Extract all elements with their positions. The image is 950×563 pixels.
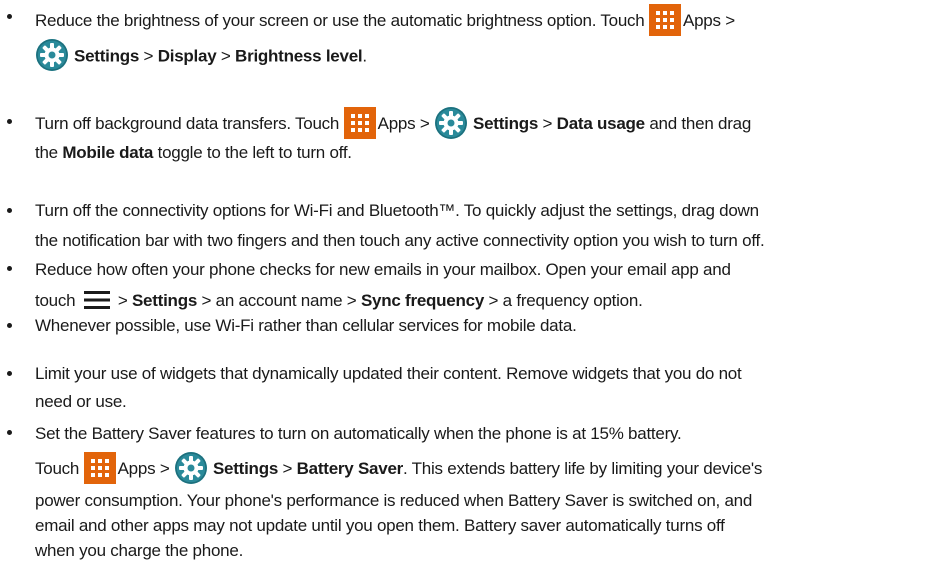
tip-text: Set the Battery Saver features to turn o… <box>35 424 682 443</box>
tip-text: Apps > <box>682 11 735 30</box>
tip-line: Turn off background data transfers. Touc… <box>35 106 947 141</box>
tip-text: need or use. <box>35 392 127 411</box>
tip-text: . This extends battery life by limiting … <box>403 459 763 478</box>
tip-text: toggle to the left to turn off. <box>153 143 352 162</box>
tip-line: power consumption. Your phone's performa… <box>35 488 947 513</box>
tip-text: and then drag <box>644 114 752 133</box>
bold-menu-term: Settings <box>74 46 140 66</box>
tip-text: Apps > <box>117 459 174 478</box>
tip-text: email and other apps may not update unti… <box>35 516 725 535</box>
tip-item: Turn off the connectivity options for Wi… <box>7 196 947 256</box>
apps-grid-icon <box>343 106 376 139</box>
tip-text: Touch <box>35 459 84 478</box>
bold-menu-term: Brightness level <box>235 46 363 66</box>
tip-item: Limit your use of widgets that dynamical… <box>7 359 947 415</box>
bold-menu-term: Data usage <box>556 114 645 133</box>
apps-grid-icon <box>648 3 681 36</box>
tip-text: > an account name > <box>197 291 361 310</box>
tip-line: Touch Apps > Settings > Battery Saver. T… <box>35 450 947 488</box>
tip-line: the notification bar with two fingers an… <box>35 226 947 256</box>
tip-text: when you charge the phone. <box>35 541 244 560</box>
settings-gear-icon <box>434 106 468 140</box>
tip-item: Turn off background data transfers. Touc… <box>7 106 947 165</box>
tip-line: need or use. <box>35 389 947 415</box>
bold-menu-term: Settings <box>212 459 279 478</box>
tip-text: Apps > <box>377 114 434 133</box>
menu-icon <box>83 290 110 309</box>
tip-line: email and other apps may not update unti… <box>35 513 947 538</box>
bold-menu-term: Display <box>157 46 217 66</box>
bold-menu-term: Sync frequency <box>360 291 485 310</box>
tip-line: Settings > Display > Brightness level. <box>35 39 947 71</box>
tip-line: Set the Battery Saver features to turn o… <box>35 418 947 450</box>
tip-text: touch <box>35 291 80 310</box>
tip-text: > <box>278 459 297 478</box>
settings-gear-icon <box>35 38 69 72</box>
tip-text: Reduce how often your phone checks for n… <box>35 260 731 279</box>
tip-text: > <box>216 46 236 66</box>
tip-line: the Mobile data toggle to the left to tu… <box>35 141 947 165</box>
tip-item: Whenever possible, use Wi-Fi rather than… <box>7 311 947 341</box>
tip-line: Turn off the connectivity options for Wi… <box>35 196 947 226</box>
tip-line: Limit your use of widgets that dynamical… <box>35 359 947 389</box>
tip-text: Limit your use of widgets that dynamical… <box>35 364 742 383</box>
bold-menu-term: Battery Saver <box>296 459 404 478</box>
tip-text: > a frequency option. <box>484 291 643 310</box>
tip-item: Set the Battery Saver features to turn o… <box>7 418 947 563</box>
tip-text: Whenever possible, use Wi-Fi rather than… <box>35 316 577 335</box>
bold-menu-term: Settings <box>472 114 539 133</box>
tip-text: Reduce the brightness of your screen or … <box>35 11 649 30</box>
tip-item: Reduce the brightness of your screen or … <box>7 2 947 71</box>
tip-text: Turn off the connectivity options for Wi… <box>35 201 759 220</box>
tip-line: Whenever possible, use Wi-Fi rather than… <box>35 311 947 341</box>
tip-text: the notification bar with two fingers an… <box>35 231 765 250</box>
tip-text: > <box>117 291 132 310</box>
bold-menu-term: Mobile data <box>62 143 154 162</box>
tip-line: when you charge the phone. <box>35 538 947 563</box>
tip-text: the <box>35 143 63 162</box>
tip-line: Reduce how often your phone checks for n… <box>35 254 947 286</box>
tip-text: power consumption. Your phone's performa… <box>35 491 753 510</box>
tip-text: Turn off background data transfers. Touc… <box>35 114 344 133</box>
settings-gear-icon <box>174 451 208 485</box>
tip-text: . <box>362 46 367 66</box>
bold-menu-term: Settings <box>131 291 198 310</box>
tip-item: Reduce how often your phone checks for n… <box>7 254 947 316</box>
tip-text: > <box>139 46 158 66</box>
tip-line: Reduce the brightness of your screen or … <box>35 2 947 40</box>
tip-text: > <box>538 114 557 133</box>
apps-grid-icon <box>83 451 116 484</box>
